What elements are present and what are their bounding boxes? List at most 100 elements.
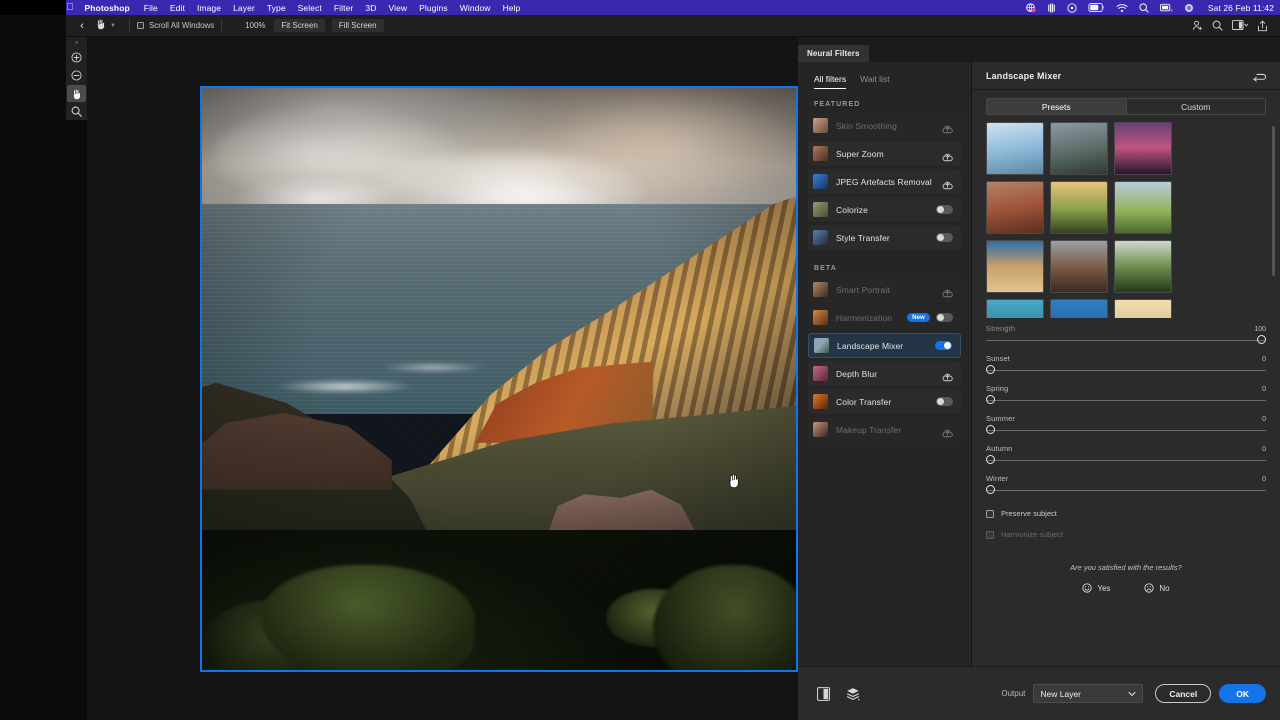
menu-item-view[interactable]: View [388,3,407,13]
cloud-download-icon[interactable] [942,177,953,190]
menu-item-plugins[interactable]: Plugins [419,3,448,13]
tab-wait-list[interactable]: Wait list [860,74,889,89]
preset-thumbnail[interactable] [1114,181,1172,234]
canvas-area[interactable] [87,37,798,720]
filter-row-smart-portrait[interactable]: Smart Portrait [808,277,961,302]
siri-shortcuts-icon[interactable] [1047,2,1056,13]
preset-thumbnail[interactable] [1050,299,1108,318]
share-document-icon[interactable] [1192,20,1203,31]
zoom-tool[interactable] [67,103,86,120]
display-icon[interactable] [1159,3,1173,13]
ok-button[interactable]: OK [1219,684,1266,703]
fit-screen-button[interactable]: Fit Screen [274,19,325,32]
filter-row-harmonization[interactable]: Harmonization New [808,305,961,330]
cloud-download-icon[interactable] [942,149,953,162]
filter-row-depth-blur[interactable]: Depth Blur [808,361,961,386]
filter-row-makeup-transfer[interactable]: Makeup Transfer [808,417,961,442]
filter-row-colorize[interactable]: Colorize [808,197,961,222]
export-icon[interactable] [1257,19,1268,32]
cloud-download-icon[interactable] [942,121,953,134]
slider-track[interactable] [986,395,1266,405]
filter-row-style-transfer[interactable]: Style Transfer [808,225,961,250]
menu-item-window[interactable]: Window [460,3,491,13]
slider-track[interactable] [986,365,1266,375]
menu-item-help[interactable]: Help [503,3,521,13]
tab-presets[interactable]: Presets [986,98,1126,115]
reset-arrow-icon[interactable] [1253,70,1267,82]
slider-track[interactable] [986,335,1266,345]
preset-thumbnail[interactable] [1050,122,1108,175]
battery-icon[interactable] [1088,3,1105,12]
scroll-all-windows-checkbox[interactable]: Scroll All Windows [136,21,214,30]
tab-all-filters[interactable]: All filters [814,74,847,89]
menu-item-file[interactable]: File [144,3,158,13]
chevron-left-icon[interactable]: ‹ [74,20,90,32]
fill-screen-button[interactable]: Fill Screen [331,19,384,32]
slider-track[interactable] [986,425,1266,435]
slider-handle[interactable] [986,455,995,464]
slider-handle[interactable] [986,425,995,434]
filter-row-skin-smoothing[interactable]: Skin Smoothing [808,113,961,138]
preset-thumbnail[interactable] [1050,240,1108,293]
preset-thumbnail[interactable] [986,240,1044,293]
preset-thumbnail[interactable] [1114,299,1172,318]
layers-stack-icon[interactable] [842,685,864,703]
split-preview-icon[interactable] [812,685,834,703]
zoom-in-tool[interactable] [67,49,86,66]
menu-item-image[interactable]: Image [197,3,221,13]
filter-toggle[interactable] [936,313,953,322]
output-select[interactable]: New Layer [1033,684,1144,703]
menu-item-select[interactable]: Select [298,3,322,13]
menu-item-filter[interactable]: Filter [334,3,354,13]
filter-row-color-transfer[interactable]: Color Transfer [808,389,961,414]
control-center-icon[interactable] [1184,3,1194,13]
menu-item-type[interactable]: Type [267,3,286,13]
apple-logo-icon[interactable]:  [66,2,74,13]
preset-thumbnail[interactable] [986,181,1044,234]
cloud-download-icon[interactable] [942,425,953,438]
hand-tool[interactable] [67,85,86,102]
satisfaction-yes-button[interactable]: Yes [1071,579,1122,597]
preset-thumbnail[interactable] [1114,122,1172,175]
menu-item-photoshop[interactable]: Photoshop [85,3,130,13]
filter-toggle[interactable] [936,205,953,214]
filter-toggle[interactable] [936,233,953,242]
menu-item-layer[interactable]: Layer [233,3,255,13]
presets-scrollbar[interactable] [1272,126,1275,276]
screen-sharing-icon[interactable] [1025,2,1036,13]
spotlight-search-icon[interactable] [1139,2,1149,13]
menu-item-3d[interactable]: 3D [365,3,376,13]
preserve-subject-checkbox[interactable]: Preserve subject [972,504,1280,518]
filter-toggle[interactable] [935,341,952,350]
preset-thumbnail[interactable] [1114,240,1172,293]
search-icon[interactable] [1212,20,1223,31]
slider-track[interactable] [986,455,1266,465]
hand-tool-icon[interactable] [90,18,110,33]
chevron-down-icon[interactable]: ▼ [110,23,116,29]
neural-filters-tab[interactable]: Neural Filters [798,45,869,62]
preset-thumbnail[interactable] [1050,181,1108,234]
panel-grip-icon[interactable]: » [75,40,78,48]
cancel-button[interactable]: Cancel [1155,684,1212,703]
filter-toggle[interactable] [936,397,953,406]
filter-row-jpeg-artefacts-removal[interactable]: JPEG Artefacts Removal [808,169,961,194]
presets-scroll-area[interactable] [972,122,1280,318]
cloud-download-icon[interactable] [942,285,953,298]
slider-track[interactable] [986,485,1266,495]
menu-item-edit[interactable]: Edit [170,3,185,13]
document-preview[interactable] [200,86,798,672]
slider-handle[interactable] [986,485,995,494]
slider-handle[interactable] [986,365,995,374]
zoom-level-field[interactable]: 100% [243,21,267,30]
workspace-icon[interactable] [1232,20,1248,31]
slider-handle[interactable] [986,395,995,404]
timemachine-icon[interactable] [1067,2,1077,13]
menu-bar-clock[interactable]: Sat 26 Feb 11:42 [1208,3,1274,13]
slider-handle[interactable] [1257,335,1266,344]
preset-thumbnail[interactable] [986,299,1044,318]
preset-thumbnail[interactable] [986,122,1044,175]
wifi-icon[interactable] [1116,3,1128,13]
filter-row-landscape-mixer[interactable]: Landscape Mixer [808,333,961,358]
tab-custom[interactable]: Custom [1125,98,1266,115]
filter-row-super-zoom[interactable]: Super Zoom [808,141,961,166]
